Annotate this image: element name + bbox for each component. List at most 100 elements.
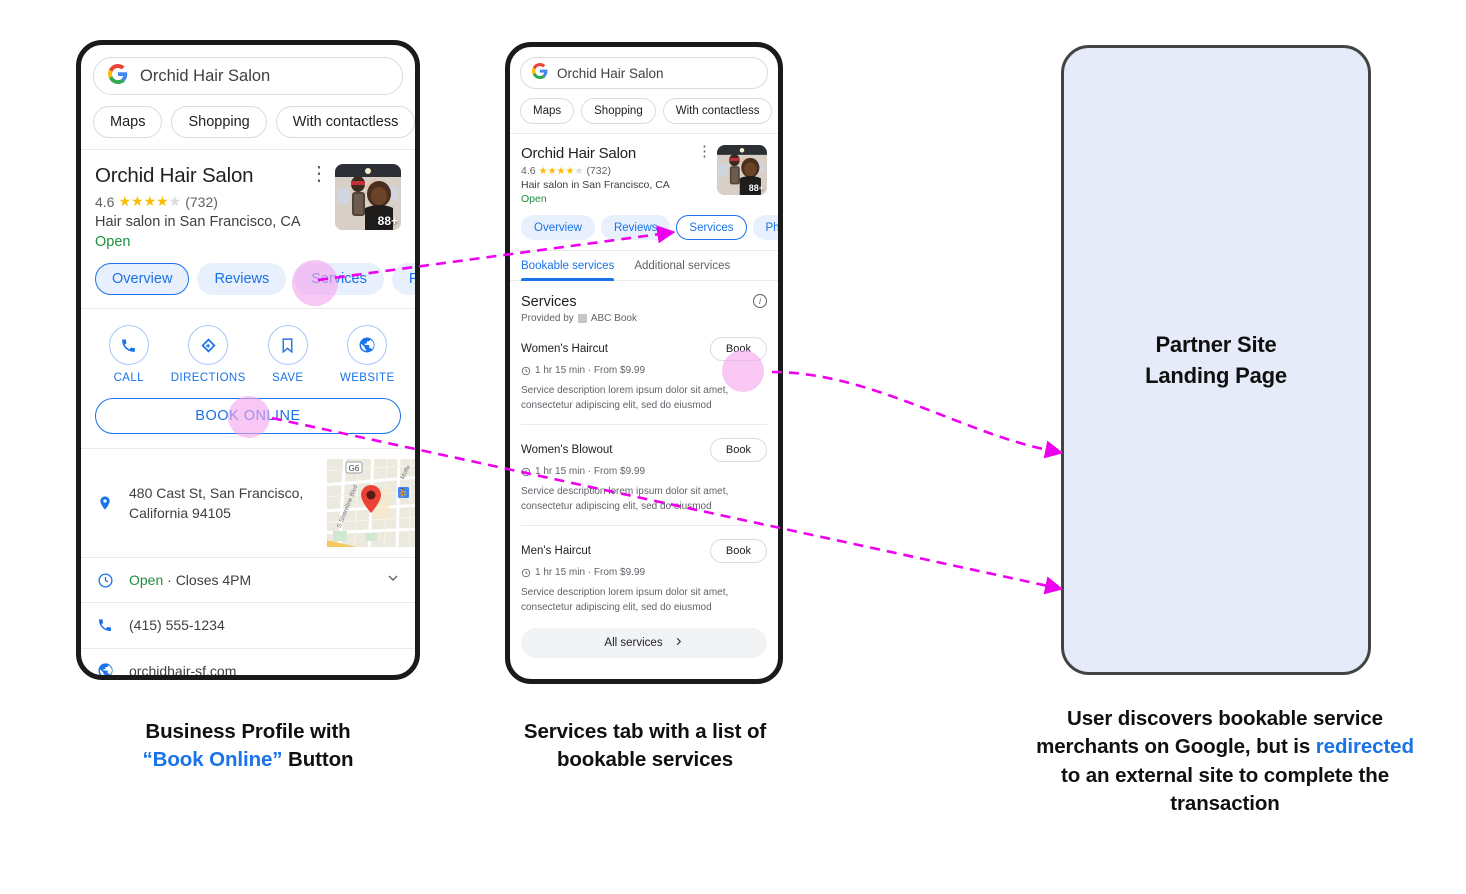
tab-chip-reviews[interactable]: Reviews bbox=[197, 263, 287, 295]
filter-chip-row[interactable]: Maps Shopping With contactless Mo bbox=[510, 89, 778, 133]
hours-detail: · Closes 4PM bbox=[163, 572, 252, 588]
phone-number-text: (415) 555-1234 bbox=[129, 617, 225, 634]
bookmark-icon bbox=[267, 325, 308, 365]
action-directions[interactable]: DIRECTIONS bbox=[169, 325, 249, 384]
tab-chip-services[interactable]: Services bbox=[676, 215, 747, 240]
photo-count-badge: 88+ bbox=[748, 183, 764, 193]
caption-partner-site: User discovers bookable service merchant… bbox=[1030, 705, 1420, 818]
hours-status: Open bbox=[129, 572, 164, 588]
caption3-highlight: redirected bbox=[1315, 735, 1414, 759]
location-pin-icon bbox=[95, 495, 115, 511]
filter-chip-shopping[interactable]: Shopping bbox=[171, 106, 267, 138]
info-row-phone[interactable]: (415) 555-1234 bbox=[81, 603, 415, 647]
service-item: Women's Blowout Book 1 hr 15 min · From … bbox=[510, 425, 778, 514]
filter-chip-maps[interactable]: Maps bbox=[93, 106, 163, 138]
info-row-website[interactable]: orchidhair-sf.com bbox=[81, 649, 415, 679]
photo-count-badge: 88+ bbox=[377, 214, 398, 228]
star-rating-icon: ★★★★★ bbox=[118, 193, 182, 209]
action-website[interactable]: WEBSITE bbox=[328, 325, 408, 384]
caption1-line1: Business Profile with bbox=[145, 720, 351, 743]
services-title: Services bbox=[521, 294, 577, 310]
kebab-menu-icon[interactable]: ⋮ bbox=[309, 164, 329, 250]
svg-text:⛹: ⛹ bbox=[398, 487, 409, 498]
rating-value: 4.6 bbox=[521, 165, 536, 177]
filter-chip-row[interactable]: Maps Shopping With contactless Mo bbox=[81, 95, 415, 149]
info-circle-icon[interactable]: i bbox=[753, 294, 767, 308]
caption2-line2: bookable services bbox=[556, 748, 734, 772]
book-button[interactable]: Book bbox=[709, 438, 767, 462]
profile-tab-chip-row[interactable]: Overview Reviews Services Photo bbox=[81, 250, 415, 308]
address-text: 480 Cast St, San Francisco, California 9… bbox=[129, 484, 304, 521]
action-label-website: WEBSITE bbox=[339, 372, 395, 384]
provider-logo-icon bbox=[577, 314, 587, 323]
provider-name: ABC Book bbox=[590, 313, 637, 324]
kebab-menu-icon[interactable]: ⋮ bbox=[697, 144, 712, 205]
diagram-canvas: Orchid Hair Salon Maps Shopping With con… bbox=[0, 0, 1466, 894]
business-header: Orchid Hair Salon 4.6 ★★★★★ (732) Hair s… bbox=[81, 150, 415, 250]
chevron-down-icon[interactable] bbox=[385, 570, 401, 590]
rating-row: 4.6 ★★★★★ (732) bbox=[95, 193, 309, 210]
website-text: orchidhair-sf.com bbox=[129, 662, 237, 679]
services-section-header: Services Provided by ABC Book i bbox=[510, 281, 778, 324]
service-name: Women's Blowout bbox=[521, 444, 613, 456]
action-save[interactable]: SAVE bbox=[248, 325, 328, 384]
search-input-value[interactable]: Orchid Hair Salon bbox=[140, 67, 270, 86]
info-row-hours[interactable]: Open · Closes 4PM bbox=[81, 558, 415, 602]
service-meta-text: 1 hr 15 min · From $9.99 bbox=[535, 567, 646, 578]
filter-chip-maps[interactable]: Maps bbox=[520, 98, 575, 124]
profile-tab-chip-row[interactable]: Overview Reviews Services Photo bbox=[510, 205, 778, 250]
caption-services-tab: Services tab with a list of bookable ser… bbox=[500, 718, 790, 775]
business-category: Hair salon in San Francisco, CA bbox=[521, 179, 670, 191]
business-status: Open bbox=[95, 234, 131, 250]
tab-chip-reviews[interactable]: Reviews bbox=[600, 215, 671, 240]
directions-icon bbox=[188, 325, 229, 365]
business-photo-thumbnail[interactable]: 88+ bbox=[717, 145, 767, 195]
business-status: Open bbox=[521, 193, 547, 205]
service-name: Men's Haircut bbox=[521, 545, 591, 557]
tab-chip-overview[interactable]: Overview bbox=[95, 263, 190, 295]
action-call[interactable]: CALL bbox=[89, 325, 169, 384]
filter-chip-with-contactless[interactable]: With contactless bbox=[275, 106, 415, 138]
tab-chip-photos[interactable]: Photo bbox=[391, 263, 415, 295]
subtab-bookable-services[interactable]: Bookable services bbox=[521, 251, 615, 281]
action-label-call: CALL bbox=[113, 372, 144, 384]
star-rating-icon: ★★★★★ bbox=[538, 165, 584, 177]
rating-value: 4.6 bbox=[95, 193, 115, 210]
service-meta: 1 hr 15 min · From $9.99 bbox=[521, 567, 767, 578]
subtab-additional-services[interactable]: Additional services bbox=[634, 251, 730, 280]
highlight-dot-services-chip-phone2 bbox=[722, 350, 764, 392]
provided-by-label: Provided by bbox=[521, 313, 574, 324]
filter-chip-with-contactless[interactable]: With contactless bbox=[662, 98, 773, 124]
business-name: Orchid Hair Salon bbox=[521, 145, 636, 162]
clock-icon bbox=[95, 572, 115, 589]
search-bar[interactable]: Orchid Hair Salon bbox=[93, 57, 403, 95]
clock-icon bbox=[521, 568, 531, 577]
clock-icon bbox=[521, 366, 531, 375]
service-meta: 1 hr 15 min · From $9.99 bbox=[521, 466, 767, 477]
caption1-rest: Button bbox=[282, 748, 354, 772]
caption-business-profile: Business Profile with “Book Online” Butt… bbox=[78, 718, 418, 775]
caption1-highlight: “Book Online” bbox=[142, 748, 283, 772]
business-category: Hair salon in San Francisco, CA bbox=[95, 214, 301, 230]
map-thumbnail[interactable]: G6 ⛹ S Shoreline Blvd Moffe bbox=[327, 459, 415, 547]
all-services-label: All services bbox=[604, 637, 663, 649]
search-input-value[interactable]: Orchid Hair Salon bbox=[557, 66, 664, 81]
business-photo-thumbnail[interactable]: 88+ bbox=[335, 164, 401, 230]
phone-icon bbox=[95, 617, 115, 633]
business-header: Orchid Hair Salon 4.6 ★★★★★ (732) Hair s… bbox=[510, 134, 778, 205]
info-row-address[interactable]: 480 Cast St, San Francisco, California 9… bbox=[81, 449, 415, 557]
rating-row: 4.6 ★★★★★ (732) bbox=[521, 165, 697, 177]
all-services-button[interactable]: All services bbox=[521, 628, 767, 658]
tab-chip-photos[interactable]: Photo bbox=[752, 215, 778, 240]
partner-title-line2: Landing Page bbox=[1145, 363, 1287, 388]
book-button[interactable]: Book bbox=[709, 539, 767, 563]
service-item: Men's Haircut Book 1 hr 15 min · From $9… bbox=[510, 526, 778, 615]
action-button-row: CALL DIRECTIONS SAVE WEBSITE bbox=[81, 309, 415, 396]
search-bar[interactable]: Orchid Hair Salon bbox=[520, 57, 768, 89]
services-subtab-row[interactable]: Bookable services Additional services bbox=[510, 251, 778, 281]
tab-chip-overview[interactable]: Overview bbox=[521, 215, 595, 240]
google-g-icon bbox=[108, 63, 128, 89]
action-label-save: SAVE bbox=[272, 372, 304, 384]
filter-chip-shopping[interactable]: Shopping bbox=[581, 98, 656, 124]
svg-text:G6: G6 bbox=[349, 464, 360, 473]
